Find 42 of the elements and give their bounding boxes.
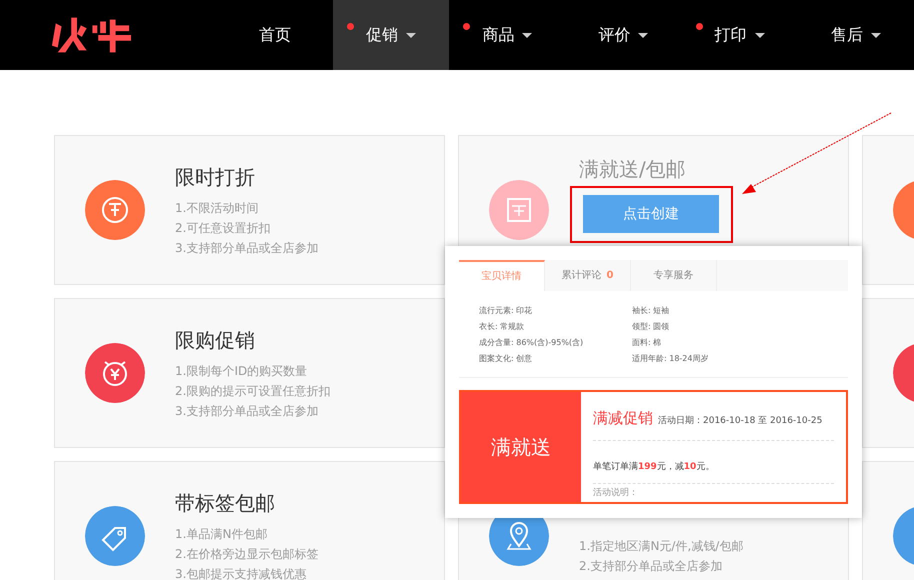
notification-dot: [696, 23, 703, 30]
promotion-note: 活动说明：: [593, 482, 834, 500]
nav-tab[interactable]: 首页: [216, 0, 334, 70]
card-description: 1.限制每个ID的购买数量: [175, 363, 308, 380]
nav-tab[interactable]: 打印: [682, 0, 798, 70]
caret-icon: [638, 32, 648, 38]
spec-text: 领型: 圆领: [632, 321, 670, 333]
spec-text: 袖长: 短袖: [632, 305, 670, 317]
card-description: 3.支持部分单品或全店参加: [175, 240, 318, 257]
spec-text: 衣长: 常规款: [479, 321, 526, 333]
nav-tab[interactable]: 售后: [798, 0, 914, 70]
notification-dot: [347, 23, 354, 30]
caret-icon: [406, 32, 416, 38]
card-title: 满就送/包邮: [579, 156, 686, 183]
card-description: 1.不限活动时间: [175, 200, 260, 217]
nav-tab[interactable]: 商品: [449, 0, 566, 70]
spec-text: 流行元素: 印花: [479, 305, 534, 317]
nav-tab[interactable]: 促销: [333, 0, 450, 70]
spec-text: 适用年龄: 18-24周岁: [632, 353, 710, 365]
nav-tab[interactable]: 评价: [565, 0, 682, 70]
card-description: 2.可任意设置折扣: [175, 220, 272, 237]
card-description: 2.在价格旁边显示包邮标签: [175, 546, 318, 563]
card-description: 3.支持部分单品或全店参加: [175, 403, 320, 420]
caret-icon: [870, 32, 881, 38]
card-description: 1.单品满N件包邮: [175, 526, 268, 543]
card-description: 3.包邮提示支持减钱优惠: [175, 566, 308, 580]
spec-text: 图案文化: 创意: [479, 353, 534, 365]
card-title: 限购促销: [175, 327, 256, 354]
card-description: 2.限购的提示可设置任意折扣: [175, 383, 330, 400]
promotion-date: 活动日期：2016-10-18 至 2016-10-25: [658, 416, 822, 426]
spec-text: 面料: 棉: [632, 337, 662, 349]
notification-dot: [463, 23, 470, 30]
card-title: 带标签包邮: [175, 490, 276, 517]
promotion-rule: 单笔订单满199元，减10元。: [593, 440, 834, 482]
promotion-badge: 满就送: [461, 392, 581, 502]
card-description: 1.指定地区满N元/件,减钱/包邮: [579, 538, 744, 555]
spec-text: 成分含量: 86%(含)-95%(含): [479, 337, 584, 349]
caret-icon: [522, 32, 532, 38]
card-description: 2.支持部分单品或全店参加: [579, 558, 724, 575]
card-title: 限时打折: [175, 164, 256, 191]
promotion-title: 满减促销: [593, 409, 653, 427]
caret-icon: [754, 32, 765, 38]
